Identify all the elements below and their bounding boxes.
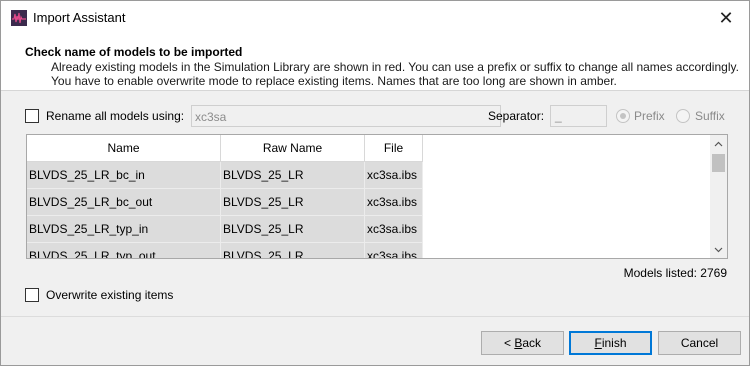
page-description: Already existing models in the Simulatio…: [51, 60, 750, 88]
waveform-app-icon: [11, 10, 27, 26]
back-label-rest: ack: [522, 336, 542, 350]
rename-all-label[interactable]: Rename all models using:: [46, 109, 184, 123]
overwrite-label[interactable]: Overwrite existing items: [46, 288, 173, 302]
finish-mnemonic: F: [594, 336, 602, 350]
finish-label-rest: inish: [601, 336, 627, 350]
import-assistant-window: Import Assistant ✕ Check name of models …: [0, 0, 750, 366]
table-row[interactable]: BLVDS_25_LR_typ_out BLVDS_25_LR xc3sa.ib…: [27, 243, 423, 258]
description-line-2: You have to enable overwrite mode to rep…: [51, 74, 617, 88]
window-title: Import Assistant: [33, 10, 126, 25]
close-button[interactable]: ✕: [703, 1, 749, 35]
page-title: Check name of models to be imported: [25, 45, 243, 59]
rename-options-row: Rename all models using: xc3sa Separator…: [25, 105, 729, 127]
description-line-1: Already existing models in the Simulatio…: [51, 60, 739, 74]
cell-file[interactable]: xc3sa.ibs: [365, 162, 423, 189]
suffix-radio[interactable]: [676, 109, 690, 123]
models-table[interactable]: Name Raw Name File BLVDS_25_LR_bc_in BLV…: [26, 134, 728, 259]
table-body: BLVDS_25_LR_bc_in BLVDS_25_LR xc3sa.ibs …: [27, 162, 423, 258]
scroll-down-icon[interactable]: [710, 241, 727, 258]
cell-file[interactable]: xc3sa.ibs: [365, 216, 423, 243]
table-row[interactable]: BLVDS_25_LR_bc_out BLVDS_25_LR xc3sa.ibs: [27, 189, 423, 216]
close-icon: ✕: [718, 7, 734, 28]
scroll-up-icon[interactable]: [710, 135, 727, 152]
prefix-radio[interactable]: [616, 109, 630, 123]
column-header-name[interactable]: Name: [27, 135, 221, 162]
column-header-file[interactable]: File: [365, 135, 423, 162]
cell-raw-name[interactable]: BLVDS_25_LR: [221, 189, 365, 216]
column-header-raw-name[interactable]: Raw Name: [221, 135, 365, 162]
scrollbar-thumb[interactable]: [712, 154, 725, 172]
table-row[interactable]: BLVDS_25_LR_typ_in BLVDS_25_LR xc3sa.ibs: [27, 216, 423, 243]
cell-name[interactable]: BLVDS_25_LR_typ_out: [27, 243, 221, 258]
cell-file[interactable]: xc3sa.ibs: [365, 189, 423, 216]
models-listed-count: Models listed: 2769: [623, 266, 727, 280]
separator-input[interactable]: _: [550, 105, 607, 127]
cell-name[interactable]: BLVDS_25_LR_typ_in: [27, 216, 221, 243]
cell-raw-name[interactable]: BLVDS_25_LR: [221, 243, 365, 258]
cancel-button[interactable]: Cancel: [658, 331, 741, 355]
table-header: Name Raw Name File: [27, 135, 423, 162]
vertical-scrollbar[interactable]: [710, 135, 727, 258]
overwrite-checkbox[interactable]: [25, 288, 39, 302]
rename-all-checkbox[interactable]: [25, 109, 39, 123]
cell-name[interactable]: BLVDS_25_LR_bc_in: [27, 162, 221, 189]
separator-label: Separator:: [488, 109, 545, 123]
cell-name[interactable]: BLVDS_25_LR_bc_out: [27, 189, 221, 216]
rename-prefix-input[interactable]: xc3sa: [191, 105, 501, 127]
table-row[interactable]: BLVDS_25_LR_bc_in BLVDS_25_LR xc3sa.ibs: [27, 162, 423, 189]
suffix-label[interactable]: Suffix: [695, 109, 725, 123]
back-mnemonic: B: [514, 336, 523, 350]
back-button[interactable]: < Back: [481, 331, 564, 355]
finish-button[interactable]: Finish: [569, 331, 652, 355]
wizard-header: Check name of models to be imported Alre…: [1, 35, 749, 91]
cell-raw-name[interactable]: BLVDS_25_LR: [221, 162, 365, 189]
footer-divider: [1, 316, 749, 317]
prefix-label[interactable]: Prefix: [634, 109, 665, 123]
back-label-prefix: <: [503, 336, 515, 350]
title-bar: Import Assistant ✕: [1, 1, 749, 35]
cell-file[interactable]: xc3sa.ibs: [365, 243, 423, 258]
cell-raw-name[interactable]: BLVDS_25_LR: [221, 216, 365, 243]
